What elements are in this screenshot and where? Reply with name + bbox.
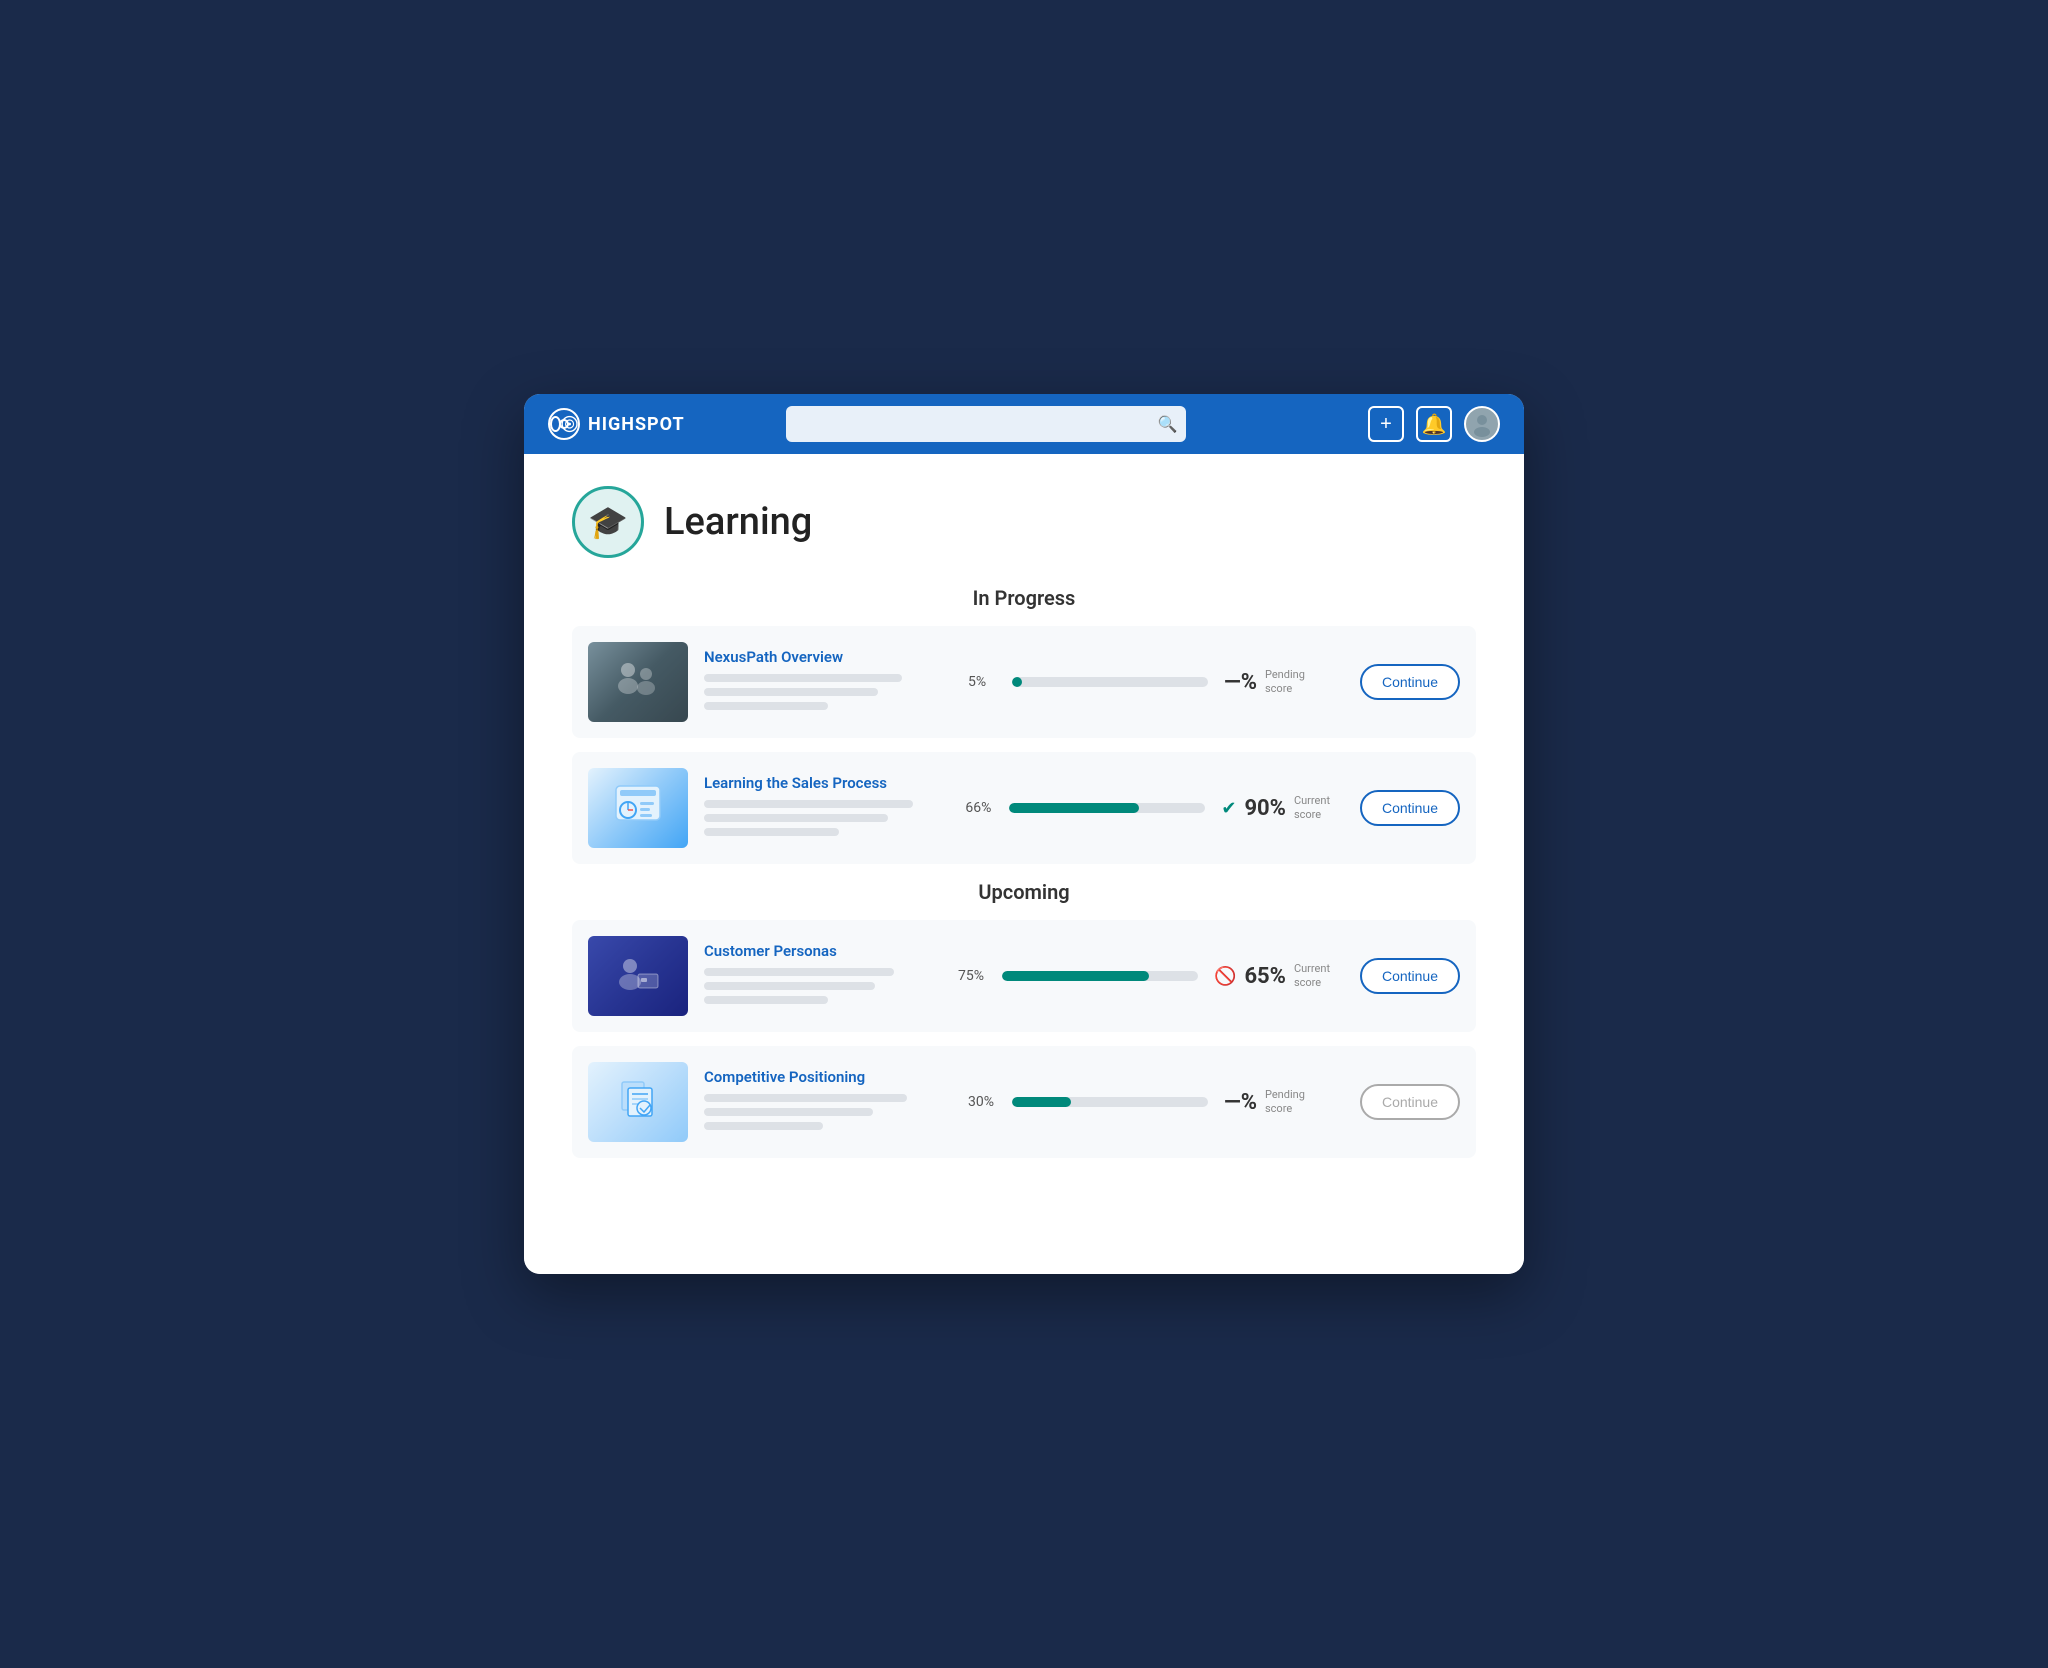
course-thumbnail-competitive-positioning — [588, 1062, 688, 1142]
score-label-customer-personas: Current score — [1294, 962, 1344, 991]
check-icon: ✔ — [1221, 798, 1236, 819]
progress-section-customer-personas: 75% — [958, 968, 1198, 984]
thumb-dashboard-icon — [588, 768, 688, 848]
progress-bar-fill-customer-personas — [1002, 971, 1149, 981]
nav-bar: HIGHSPOT 🔍 + 🔔 — [524, 394, 1524, 454]
graduation-icon: 🎓 — [588, 503, 628, 541]
continue-button-competitive-positioning[interactable]: Continue — [1360, 1084, 1460, 1120]
in-progress-title: In Progress — [572, 586, 1476, 610]
search-input[interactable] — [786, 406, 1186, 442]
score-label-sales-process: Current score — [1294, 794, 1344, 823]
desc-line-2 — [704, 688, 878, 696]
continue-button-customer-personas[interactable]: Continue — [1360, 958, 1460, 994]
desc-line-2 — [704, 814, 888, 822]
desc-line-3 — [704, 996, 828, 1004]
desc-line-3 — [704, 1122, 823, 1130]
score-section-customer-personas: 🚫 65% Current score — [1214, 962, 1344, 991]
course-info-customer-personas: Customer Personas — [704, 942, 942, 1010]
add-button[interactable]: + — [1368, 406, 1404, 442]
progress-bar-track-sales-process — [1009, 803, 1205, 813]
desc-line-3 — [704, 702, 828, 710]
avatar[interactable] — [1464, 406, 1500, 442]
progress-pct-sales-process: 66% — [965, 800, 997, 816]
logo: HIGHSPOT — [548, 408, 685, 440]
search-bar: 🔍 — [786, 406, 1186, 442]
thumb-docs-icon — [588, 1062, 688, 1142]
course-info-nexuspath: NexusPath Overview — [704, 648, 952, 716]
upcoming-title: Upcoming — [572, 880, 1476, 904]
block-icon: 🚫 — [1214, 966, 1236, 987]
desc-line-2 — [704, 982, 875, 990]
course-info-sales-process: Learning the Sales Process — [704, 774, 949, 842]
course-card-sales-process: Learning the Sales Process 66% ✔ 90% Cur… — [572, 752, 1476, 864]
browser-window: HIGHSPOT 🔍 + 🔔 🎓 Learning — [524, 394, 1524, 1274]
nav-actions: + 🔔 — [1368, 406, 1500, 442]
course-card-nexuspath: NexusPath Overview 5% —% Pending score C… — [572, 626, 1476, 738]
score-section-sales-process: ✔ 90% Current score — [1221, 794, 1344, 823]
course-name-nexuspath: NexusPath Overview — [704, 648, 952, 666]
desc-line-1 — [704, 968, 894, 976]
score-label-competitive-positioning: Pending score — [1265, 1088, 1315, 1117]
progress-bar-fill-sales-process — [1009, 803, 1138, 813]
score-value-sales-process: 90% — [1244, 796, 1286, 821]
course-card-competitive-positioning: Competitive Positioning 30% —% Pending s… — [572, 1046, 1476, 1158]
progress-pct-nexuspath: 5% — [968, 674, 1000, 690]
thumb-business-icon — [588, 936, 688, 1016]
score-value-competitive-positioning: —% — [1224, 1090, 1257, 1115]
course-thumbnail-customer-personas — [588, 936, 688, 1016]
progress-section-nexuspath: 5% — [968, 674, 1208, 690]
course-thumbnail-nexuspath — [588, 642, 688, 722]
score-label-nexuspath: Pending score — [1265, 668, 1315, 697]
desc-line-3 — [704, 828, 839, 836]
progress-pct-competitive-positioning: 30% — [968, 1094, 1000, 1110]
in-progress-section: In Progress NexusPath Overview — [572, 586, 1476, 864]
progress-bar-track-customer-personas — [1002, 971, 1198, 981]
desc-line-2 — [704, 1108, 873, 1116]
score-value-nexuspath: —% — [1224, 670, 1257, 695]
main-content: 🎓 Learning In Progress — [524, 454, 1524, 1274]
progress-section-competitive-positioning: 30% — [968, 1094, 1208, 1110]
progress-bar-fill-nexuspath — [1012, 677, 1022, 687]
score-section-competitive-positioning: —% Pending score — [1224, 1088, 1344, 1117]
logo-text: HIGHSPOT — [588, 414, 685, 435]
desc-line-1 — [704, 1094, 907, 1102]
desc-line-1 — [704, 800, 913, 808]
thumb-people-icon — [588, 642, 688, 722]
progress-section-sales-process: 66% — [965, 800, 1205, 816]
progress-pct-customer-personas: 75% — [958, 968, 990, 984]
course-card-customer-personas: Customer Personas 75% 🚫 65% Current scor… — [572, 920, 1476, 1032]
score-section-nexuspath: —% Pending score — [1224, 668, 1344, 697]
page-title: Learning — [664, 500, 812, 544]
course-name-sales-process: Learning the Sales Process — [704, 774, 949, 792]
progress-bar-fill-competitive-positioning — [1012, 1097, 1071, 1107]
upcoming-section: Upcoming Customer Personas — [572, 880, 1476, 1158]
continue-button-sales-process[interactable]: Continue — [1360, 790, 1460, 826]
learning-icon: 🎓 — [572, 486, 644, 558]
bell-icon: 🔔 — [1422, 412, 1447, 437]
search-icon[interactable]: 🔍 — [1158, 415, 1178, 434]
course-thumbnail-sales-process — [588, 768, 688, 848]
progress-bar-track-nexuspath — [1012, 677, 1208, 687]
course-name-competitive-positioning: Competitive Positioning — [704, 1068, 952, 1086]
desc-line-1 — [704, 674, 902, 682]
course-info-competitive-positioning: Competitive Positioning — [704, 1068, 952, 1136]
continue-button-nexuspath[interactable]: Continue — [1360, 664, 1460, 700]
page-header: 🎓 Learning — [572, 486, 1476, 558]
course-name-customer-personas: Customer Personas — [704, 942, 942, 960]
logo-icon — [548, 408, 580, 440]
score-value-customer-personas: 65% — [1244, 964, 1286, 989]
notification-button[interactable]: 🔔 — [1416, 406, 1452, 442]
progress-bar-track-competitive-positioning — [1012, 1097, 1208, 1107]
